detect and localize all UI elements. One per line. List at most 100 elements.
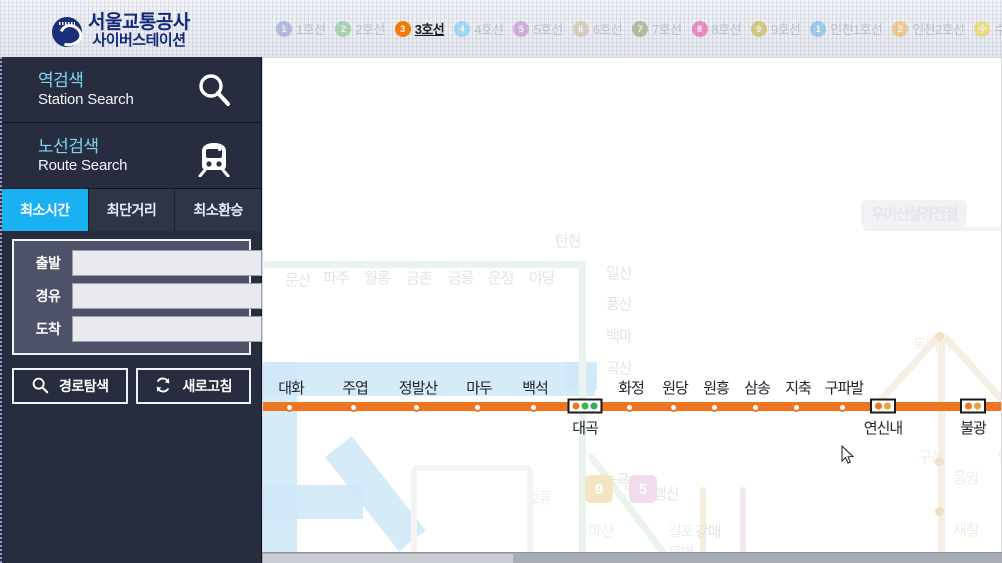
subway-map[interactable]: 문산파주월롱금촌금릉운정야당탄현일산풍산백마곡산능곡행신강매화전수색디지털미디어… xyxy=(262,57,1002,563)
ghost-station-dot xyxy=(935,507,944,516)
ghost-station-label: 새절 xyxy=(953,522,980,539)
station-label-연신내[interactable]: 연신내 xyxy=(864,417,903,438)
station-label-정발산[interactable]: 정발산 xyxy=(399,377,438,398)
map-horizontal-scrollbar[interactable] xyxy=(262,552,1002,563)
station-dot-대화[interactable] xyxy=(285,403,294,412)
line-tab-인천1호선[interactable]: 1 인천1호선 xyxy=(810,19,883,38)
ghost-station-label: 풍산 xyxy=(606,296,633,313)
line-tab-4호선[interactable]: 4 4호선 xyxy=(454,19,504,38)
station-dot-삼송[interactable] xyxy=(751,403,760,412)
transfer-line-dot xyxy=(572,402,580,410)
ghost-line-gimpo-top xyxy=(411,465,533,471)
station-label-지축[interactable]: 지축 xyxy=(785,377,812,398)
transfer-line-dot xyxy=(590,402,598,410)
refresh-icon xyxy=(154,376,172,397)
brand-title: 서울교통공사 xyxy=(88,11,190,33)
subway-map-canvas: 문산파주월롱금촌금릉운정야당탄현일산풍산백마곡산능곡행신강매화전수색디지털미디어… xyxy=(263,57,1002,563)
station-dot-주엽[interactable] xyxy=(349,403,358,412)
line-tab-8호선[interactable]: 8 8호선 xyxy=(691,19,741,38)
station-dot-원당[interactable] xyxy=(669,403,678,412)
line-tab-7호선[interactable]: 7 7호선 xyxy=(632,19,682,38)
station-dot-화정[interactable] xyxy=(625,403,634,412)
station-dot-지축[interactable] xyxy=(792,403,801,412)
station-label-백석[interactable]: 백석 xyxy=(522,377,549,398)
transfer-station-불광[interactable] xyxy=(960,398,986,414)
transfer-line-dot xyxy=(875,402,882,410)
line-tab-5호선[interactable]: 5 5호선 xyxy=(513,19,563,38)
mode-tab-최소환승[interactable]: 최소환승 xyxy=(175,189,262,231)
ghost-station-label: 마산 xyxy=(588,523,615,540)
line-tab-label: 인천2호선 xyxy=(912,22,965,37)
transfer-line-dot xyxy=(581,402,589,410)
map-scrollbar-thumb[interactable] xyxy=(263,554,513,563)
line-tab-6호선[interactable]: 6 6호선 xyxy=(572,19,623,38)
sidebar-item-route-search[interactable]: 노선검색 Route Search xyxy=(2,123,261,189)
line-tab-label: 5호선 xyxy=(533,22,563,37)
ghost-station-label: 백마 xyxy=(606,328,633,345)
button-경로탐색[interactable]: 경로탐색 xyxy=(12,368,128,404)
line-badge-icon: 7 xyxy=(632,20,649,37)
station-search-labels: 역검색 Station Search xyxy=(38,70,193,110)
station-label-원당[interactable]: 원당 xyxy=(662,377,689,398)
mode-tab-최소시간[interactable]: 최소시간 xyxy=(2,189,89,231)
station-label-원흥[interactable]: 원흥 xyxy=(703,377,730,398)
line-tab-3호선[interactable]: 3 3호선 xyxy=(394,19,445,38)
ghost-line-badge: 9 xyxy=(585,475,613,503)
ghost-station-label: 파주 xyxy=(323,270,350,287)
ghost-station-label: 독바위 xyxy=(913,337,952,354)
ghost-station-label: 응암 xyxy=(953,470,980,487)
search-icon xyxy=(193,69,235,111)
mouse-pointer-icon xyxy=(841,444,855,465)
input-도착[interactable] xyxy=(72,316,262,342)
ghost-line-gimpo-left xyxy=(411,467,417,563)
line-tab-label: 1호선 xyxy=(296,22,326,37)
station-dot-구파발[interactable] xyxy=(838,403,847,412)
form-row-도착: 도착 xyxy=(24,316,262,342)
station-dot-백석[interactable] xyxy=(529,403,538,412)
ghost-line-badge: 5 xyxy=(629,475,657,503)
station-dot-마두[interactable] xyxy=(473,403,482,412)
line-tab-2호선[interactable]: 2 2호선 xyxy=(335,19,385,38)
line-badge-icon: 6 xyxy=(572,20,589,37)
input-경유[interactable] xyxy=(72,283,262,309)
station-label-화정[interactable]: 화정 xyxy=(618,377,645,398)
form-label-도착: 도착 xyxy=(35,321,61,337)
line-tab-1호선[interactable]: 1 1호선 xyxy=(276,19,326,38)
line-tab-label: 9호선 xyxy=(770,22,801,37)
mode-tab-최단거리[interactable]: 최단거리 xyxy=(88,189,176,231)
train-icon xyxy=(193,135,235,177)
line-tab-인천2호선[interactable]: 2 인천2호선 xyxy=(892,19,965,38)
station-label-마두[interactable]: 마두 xyxy=(466,377,493,398)
route-search-label-en: Route Search xyxy=(38,156,128,174)
ghost-station-label: 2류 xyxy=(531,490,552,507)
station-dot-원흥[interactable] xyxy=(710,403,719,412)
transfer-station-연신내[interactable] xyxy=(870,398,896,414)
button-새로고침[interactable]: 새로고침 xyxy=(135,368,251,404)
station-label-불광[interactable]: 불광 xyxy=(960,417,987,438)
line-tab-수인분당[interactable]: 수수인분당 xyxy=(974,19,1002,38)
route-search-labels: 노선검색 Route Search xyxy=(38,136,193,176)
form-label-출발: 출발 xyxy=(35,255,61,271)
station-dot-정발산[interactable] xyxy=(412,403,421,412)
line-badge-icon: 5 xyxy=(513,20,530,37)
station-label-삼송[interactable]: 삼송 xyxy=(744,377,771,398)
brand-logo[interactable]: 서울교통공사 사이버스테이션 xyxy=(52,6,267,56)
line-badge-icon: 1 xyxy=(276,20,292,37)
transfer-line-dot xyxy=(965,402,972,410)
ghost-station-label: 강매 xyxy=(695,524,722,541)
ghost-station-label: 월롱 xyxy=(364,270,391,287)
brand-logo-text: 서울교통공사 사이버스테이션 xyxy=(88,11,190,50)
transfer-station-대곡[interactable] xyxy=(567,398,603,414)
line-badge-icon: 2 xyxy=(335,20,352,37)
station-label-구파발[interactable]: 구파발 xyxy=(825,377,864,398)
ghost-station-label: 금촌 xyxy=(406,270,433,287)
route-search-label-ko: 노선검색 xyxy=(38,136,99,156)
station-label-대화[interactable]: 대화 xyxy=(278,377,305,398)
ghost-line-uisinseol xyxy=(863,227,1002,231)
line-tab-9호선[interactable]: 9 9호선 xyxy=(750,19,801,38)
input-출발[interactable] xyxy=(72,250,262,276)
sidebar-item-station-search[interactable]: 역검색 Station Search xyxy=(2,57,261,123)
line-badge-icon: 9 xyxy=(750,20,767,37)
station-label-대곡[interactable]: 대곡 xyxy=(572,417,599,438)
station-label-주엽[interactable]: 주엽 xyxy=(342,377,369,398)
